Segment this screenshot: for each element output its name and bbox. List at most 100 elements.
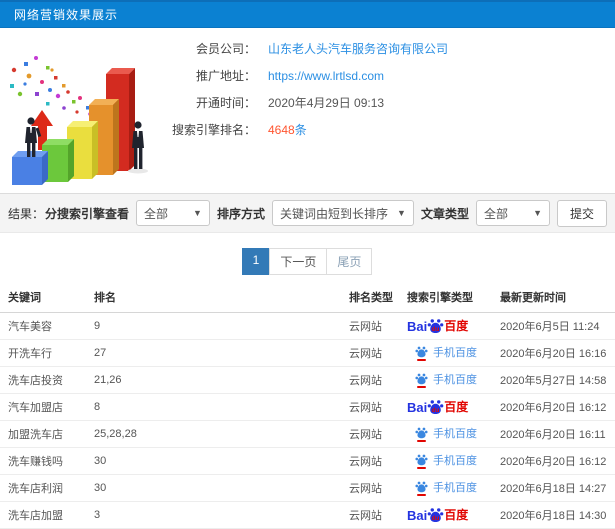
result-label: 结果： bbox=[8, 206, 45, 221]
mobile-baidu-label: 手机百度 bbox=[433, 373, 477, 386]
rank-cell[interactable]: 9 bbox=[90, 312, 345, 340]
rank-cell[interactable]: 3 bbox=[90, 501, 345, 529]
rank-type-cell: 云网站 bbox=[345, 339, 403, 367]
page-title: 网络营销效果展示 bbox=[14, 8, 119, 22]
page-header: 网络营销效果展示 bbox=[0, 0, 615, 28]
rank-type-cell: 云网站 bbox=[345, 474, 403, 502]
mobile-baidu-logo: 手机百度 bbox=[415, 345, 477, 361]
sort-filter-select[interactable]: 关键词由短到长排序 ▼ bbox=[271, 200, 414, 226]
engine-rank-label: 搜索引擎排名： bbox=[171, 123, 256, 137]
rank-type-cell: 云网站 bbox=[345, 501, 403, 529]
mobile-baidu-logo: 手机百度 bbox=[415, 453, 477, 469]
engine-rank-row: 搜索引擎排名： 4648条 bbox=[150, 116, 448, 143]
rank-cell[interactable]: 30 bbox=[90, 474, 345, 502]
rank-cell[interactable]: 27 bbox=[90, 339, 345, 367]
info-section: 会员公司： 山东老人头汽车服务咨询有限公司 推广地址： https://www.… bbox=[0, 30, 615, 193]
rank-type-cell: 云网站 bbox=[345, 447, 403, 475]
baidu-logo-cn: 百度 bbox=[444, 508, 469, 522]
open-time-value: 2020年4月29日 09:13 bbox=[268, 96, 385, 110]
member-company-link[interactable]: 山东老人头汽车服务咨询有限公司 bbox=[268, 40, 448, 57]
mobile-baidu-logo: 手机百度 bbox=[415, 372, 477, 388]
chevron-down-icon: ▼ bbox=[397, 208, 406, 218]
rank-cell[interactable]: 21,26 bbox=[90, 366, 345, 394]
mobile-baidu-logo: 手机百度 bbox=[415, 480, 477, 496]
table-row: 汽车美容 9 云网站 Bai du 百度 2020年6月5日 11:24 bbox=[0, 312, 615, 340]
keyword-cell: 开洗车行 bbox=[0, 339, 90, 367]
engine-rank-count: 4648 bbox=[268, 123, 295, 137]
keyword-cell: 洗车店投资 bbox=[0, 366, 90, 394]
open-time-row: 开通时间： 2020年4月29日 09:13 bbox=[150, 89, 448, 116]
baidu-logo: Bai du 百度 bbox=[407, 398, 468, 417]
open-time-label: 开通时间： bbox=[195, 96, 256, 110]
pagination: 1 下一页 尾页 bbox=[0, 248, 615, 275]
keyword-cell: 洗车店利润 bbox=[0, 474, 90, 502]
table-row: 洗车赚钱吗 30 云网站 手机百度 2020年6月20日 16:12 bbox=[0, 447, 615, 475]
keyword-cell: 洗车赚钱吗 bbox=[0, 447, 90, 475]
growth-chart-illustration bbox=[2, 32, 154, 190]
mobile-baidu-paw-icon bbox=[415, 480, 428, 496]
engine-cell: 手机百度 bbox=[403, 474, 496, 502]
table-row: 加盟洗车店 25,28,28 云网站 手机百度 2020年6月20日 16:11 bbox=[0, 420, 615, 448]
results-table: 关键词 排名 排名类型 搜索引擎类型 最新更新时间 汽车美容 9 云网站 Bai… bbox=[0, 283, 615, 529]
member-company-row: 会员公司： 山东老人头汽车服务咨询有限公司 bbox=[150, 35, 448, 62]
mobile-baidu-paw-icon bbox=[415, 426, 428, 442]
updated-cell: 2020年6月20日 16:16 bbox=[496, 339, 615, 367]
baidu-paw-icon: du bbox=[427, 399, 444, 414]
filter-bar: 结果： 分搜索引擎查看 全部 ▼ 排序方式 关键词由短到长排序 ▼ 文章类型 全… bbox=[0, 193, 615, 233]
last-page-button[interactable]: 尾页 bbox=[326, 248, 373, 275]
rank-cell[interactable]: 8 bbox=[90, 393, 345, 421]
promo-url-label: 推广地址： bbox=[195, 69, 256, 83]
engine-cell: 手机百度 bbox=[403, 420, 496, 448]
keyword-cell: 汽车加盟店 bbox=[0, 393, 90, 421]
submit-button[interactable]: 提交 bbox=[556, 199, 607, 227]
table-row: 洗车店加盟 3 云网站 Bai du 百度 2020年6月18日 14:30 bbox=[0, 501, 615, 529]
keyword-cell: 加盟洗车店 bbox=[0, 420, 90, 448]
updated-cell: 2020年6月20日 16:12 bbox=[496, 447, 615, 475]
baidu-logo-cn: 百度 bbox=[444, 319, 469, 333]
filter-controls: 分搜索引擎查看 全部 ▼ 排序方式 关键词由短到长排序 ▼ 文章类型 全部 ▼ … bbox=[44, 199, 607, 227]
updated-cell: 2020年6月18日 14:30 bbox=[496, 501, 615, 529]
updated-header: 最新更新时间 bbox=[496, 283, 615, 313]
table-row: 开洗车行 27 云网站 手机百度 2020年6月20日 16:16 bbox=[0, 339, 615, 367]
baidu-paw-icon: du bbox=[427, 318, 444, 333]
sort-filter-value: 关键词由短到长排序 bbox=[279, 206, 388, 221]
promo-url-link[interactable]: https://www.lrtlsd.com bbox=[268, 69, 384, 83]
rank-cell[interactable]: 25,28,28 bbox=[90, 420, 345, 448]
rank-type-cell: 云网站 bbox=[345, 393, 403, 421]
engine-cell: Bai du 百度 bbox=[403, 393, 496, 421]
engine-cell: 手机百度 bbox=[403, 366, 496, 394]
promo-url-row: 推广地址： https://www.lrtlsd.com bbox=[150, 62, 448, 89]
mobile-baidu-paw-icon bbox=[415, 453, 428, 469]
sort-filter-label: 排序方式 bbox=[216, 206, 265, 221]
page-1-button[interactable]: 1 bbox=[241, 248, 271, 275]
table-row: 汽车加盟店 8 云网站 Bai du 百度 2020年6月20日 16:12 bbox=[0, 393, 615, 421]
rank-type-cell: 云网站 bbox=[345, 312, 403, 340]
rank-type-cell: 云网站 bbox=[345, 366, 403, 394]
rank-header: 排名 bbox=[90, 283, 345, 313]
engine-filter-select[interactable]: 全部 ▼ bbox=[135, 200, 210, 226]
baidu-logo-du: du bbox=[432, 407, 440, 414]
updated-cell: 2020年6月20日 16:11 bbox=[496, 420, 615, 448]
engine-rank-unit: 条 bbox=[294, 123, 307, 137]
mobile-baidu-paw-icon bbox=[415, 372, 428, 388]
engine-filter-value: 全部 bbox=[143, 206, 168, 221]
mobile-baidu-label: 手机百度 bbox=[433, 481, 477, 494]
article-type-label: 文章类型 bbox=[420, 206, 469, 221]
mobile-baidu-label: 手机百度 bbox=[433, 454, 477, 467]
article-type-select[interactable]: 全部 ▼ bbox=[475, 200, 550, 226]
engine-filter-label: 分搜索引擎查看 bbox=[44, 206, 129, 221]
next-page-button[interactable]: 下一页 bbox=[269, 248, 328, 275]
rank-cell[interactable]: 30 bbox=[90, 447, 345, 475]
engine-type-header: 搜索引擎类型 bbox=[403, 283, 496, 313]
updated-cell: 2020年6月5日 11:24 bbox=[496, 312, 615, 340]
baidu-logo-du: du bbox=[432, 515, 440, 522]
mobile-baidu-label: 手机百度 bbox=[433, 346, 477, 359]
mobile-baidu-paw-icon bbox=[415, 345, 428, 361]
engine-cell: 手机百度 bbox=[403, 339, 496, 367]
engine-cell: Bai du 百度 bbox=[403, 312, 496, 340]
baidu-logo-latin: Bai bbox=[407, 399, 428, 415]
keyword-header: 关键词 bbox=[0, 283, 90, 313]
company-info: 会员公司： 山东老人头汽车服务咨询有限公司 推广地址： https://www.… bbox=[150, 35, 448, 143]
baidu-logo-latin: Bai bbox=[407, 318, 428, 334]
baidu-logo: Bai du 百度 bbox=[407, 506, 468, 525]
